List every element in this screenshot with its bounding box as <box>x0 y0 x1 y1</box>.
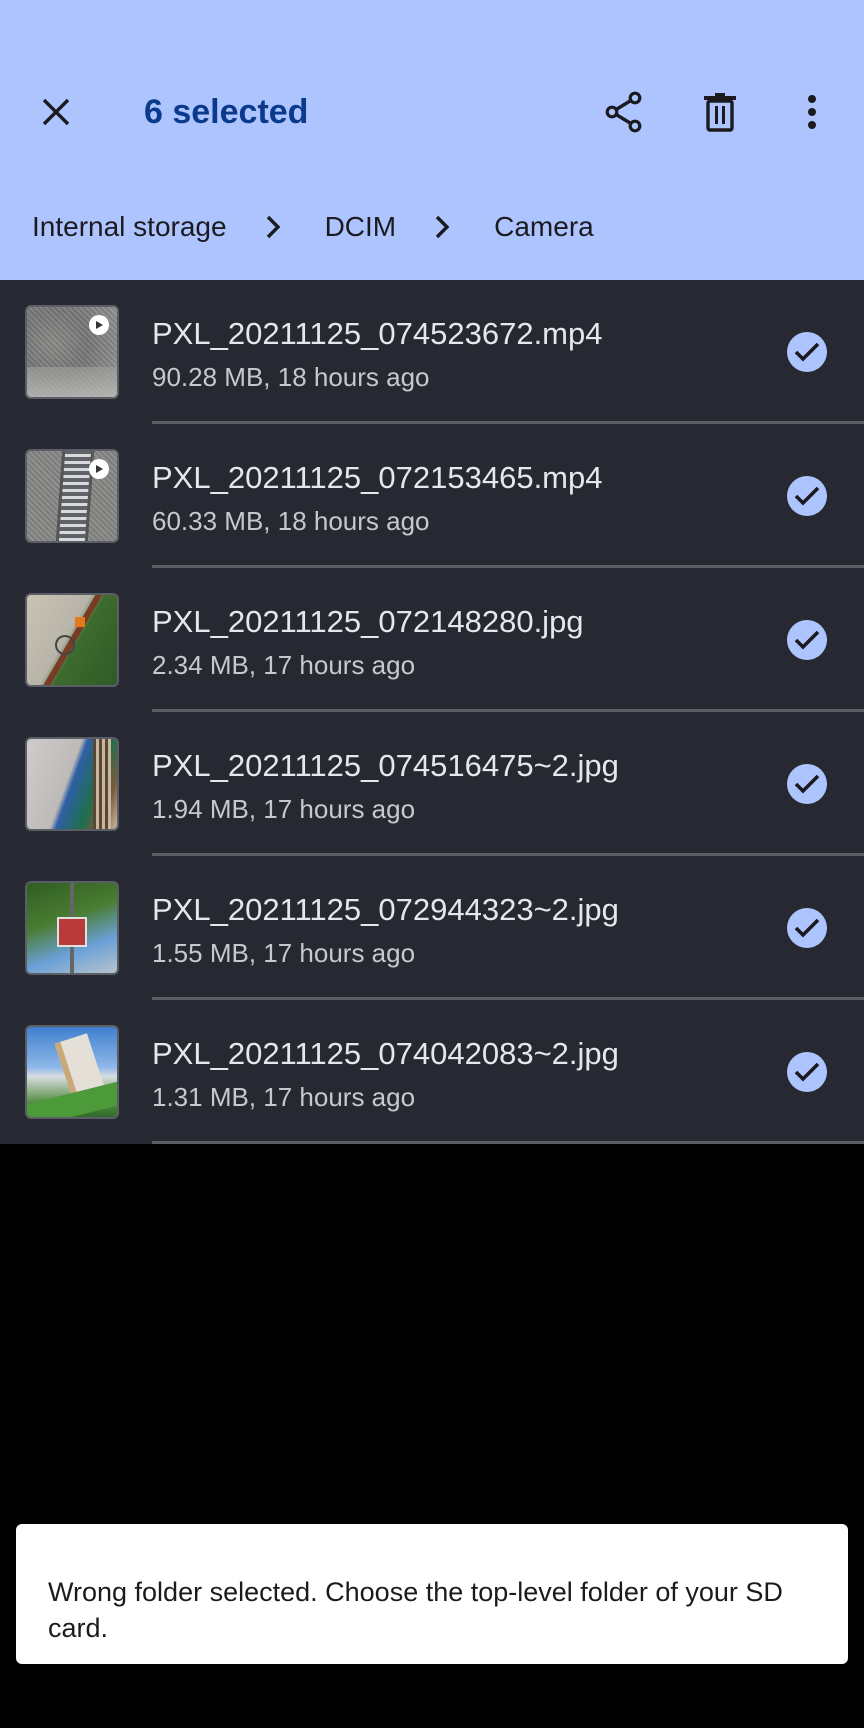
file-meta: 60.33 MB, 18 hours ago <box>152 506 430 536</box>
file-list-item[interactable]: PXL_20211125_074516475~2.jpg 1.94 MB, 17… <box>0 712 864 856</box>
share-icon <box>605 91 642 133</box>
close-selection-button[interactable] <box>26 86 86 138</box>
file-thumbnail <box>25 449 119 543</box>
file-list-item[interactable]: PXL_20211125_074523672.mp4 90.28 MB, 18 … <box>0 280 864 424</box>
file-meta: 90.28 MB, 18 hours ago <box>152 362 430 392</box>
breadcrumb-internal-storage[interactable]: Internal storage <box>32 207 227 247</box>
file-name: PXL_20211125_072148280.jpg <box>152 604 584 639</box>
file-list-item[interactable]: PXL_20211125_074042083~2.jpg 1.31 MB, 17… <box>0 1000 864 1144</box>
breadcrumb-camera[interactable]: Camera <box>494 207 594 247</box>
more-options-button[interactable] <box>782 82 842 142</box>
file-list-item[interactable]: PXL_20211125_072944323~2.jpg 1.55 MB, 17… <box>0 856 864 1000</box>
file-thumbnail <box>25 737 119 831</box>
breadcrumb-dcim[interactable]: DCIM <box>325 207 397 247</box>
file-thumbnail <box>25 1025 119 1119</box>
selected-check-icon[interactable] <box>787 764 827 804</box>
selected-check-icon[interactable] <box>787 332 827 372</box>
selected-check-icon[interactable] <box>787 908 827 948</box>
chevron-right-icon <box>422 207 462 247</box>
chevron-right-icon <box>253 207 293 247</box>
file-thumbnail <box>25 881 119 975</box>
share-button[interactable] <box>594 82 654 142</box>
file-list-item[interactable]: PXL_20211125_072148280.jpg 2.34 MB, 17 h… <box>0 568 864 712</box>
delete-button[interactable] <box>690 82 750 142</box>
file-name: PXL_20211125_072944323~2.jpg <box>152 892 619 927</box>
selected-check-icon[interactable] <box>787 1052 827 1092</box>
top-app-bar: 6 selected Internal storage DCIM Camera <box>0 0 864 280</box>
file-name: PXL_20211125_074523672.mp4 <box>152 316 603 351</box>
file-thumbnail <box>25 593 119 687</box>
file-name: PXL_20211125_074516475~2.jpg <box>152 748 619 783</box>
divider <box>152 1141 864 1144</box>
selection-count-title: 6 selected <box>144 93 309 131</box>
file-name: PXL_20211125_074042083~2.jpg <box>152 1036 619 1071</box>
file-list: PXL_20211125_074523672.mp4 90.28 MB, 18 … <box>0 280 864 1144</box>
trash-icon <box>704 93 736 132</box>
error-snackbar: Wrong folder selected. Choose the top-le… <box>16 1524 848 1664</box>
play-icon <box>89 315 109 335</box>
more-vertical-icon <box>808 95 816 129</box>
file-meta: 1.94 MB, 17 hours ago <box>152 794 416 824</box>
file-meta: 1.31 MB, 17 hours ago <box>152 1082 416 1112</box>
close-icon <box>42 98 70 126</box>
file-name: PXL_20211125_072153465.mp4 <box>152 460 603 495</box>
selected-check-icon[interactable] <box>787 476 827 516</box>
selected-check-icon[interactable] <box>787 620 827 660</box>
breadcrumb: Internal storage DCIM Camera <box>32 207 594 247</box>
file-thumbnail <box>25 305 119 399</box>
file-meta: 1.55 MB, 17 hours ago <box>152 938 416 968</box>
snackbar-message: Wrong folder selected. Choose the top-le… <box>48 1577 783 1643</box>
file-list-item[interactable]: PXL_20211125_072153465.mp4 60.33 MB, 18 … <box>0 424 864 568</box>
file-meta: 2.34 MB, 17 hours ago <box>152 650 416 680</box>
play-icon <box>89 459 109 479</box>
